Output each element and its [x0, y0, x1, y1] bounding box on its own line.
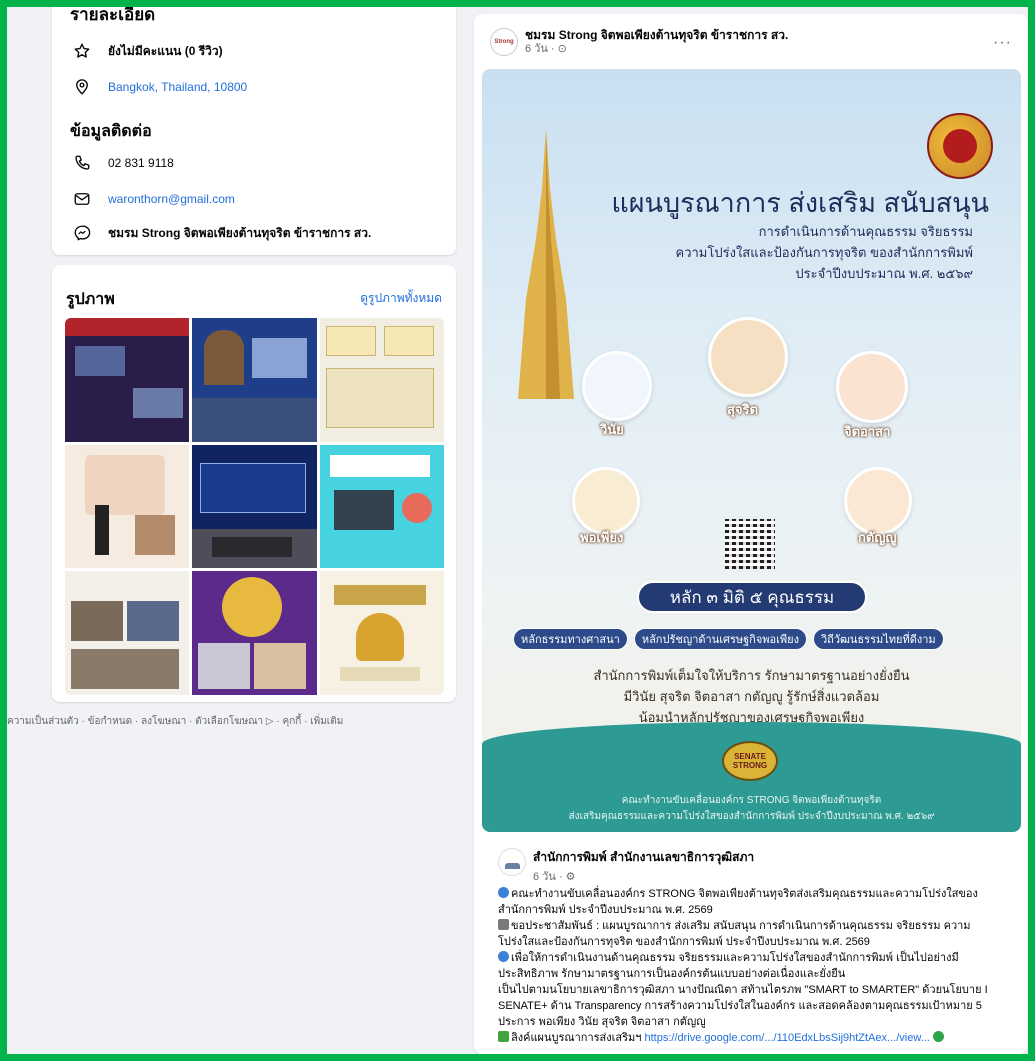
messenger-name[interactable]: ชมรม Strong จิตพอเพียงต้านทุจริต ข้าราชก…	[108, 224, 371, 243]
rating-row: ยังไม่มีคะแนน (0 รีวิว)	[72, 41, 223, 61]
shared-drive-link[interactable]: https://drive.google.com/.../110EdxLbsSi…	[645, 1032, 930, 1044]
handshake-bubble	[708, 317, 788, 397]
virtue-label-4: พอเพียง	[580, 530, 624, 545]
shared-line-4: โปร่งใสและป้องกันการทุจริต ของสำนักการพิ…	[498, 936, 870, 948]
star-icon	[72, 41, 92, 61]
shared-line-8: SENATE+ ด้าน Transparency การสร้างความโป…	[498, 1000, 982, 1012]
poster-subtitle-3: ประจำปีงบประมาณ พ.ศ. ๒๕๖๙	[795, 266, 973, 281]
poster-footer-2: ส่งเสริมคุณธรรมและความโปร่งใสของสำนักการ…	[568, 811, 935, 822]
see-all-photos-link[interactable]: ดูรูปภาพทั้งหมด	[360, 289, 442, 308]
clock-bubble	[582, 351, 652, 421]
poster-subtitle-1: การดำเนินการด้านคุณธรรม จริยธรรม	[758, 224, 973, 239]
intro-card: รายละเอียด ยังไม่มีคะแนน (0 รีวิว) Bangk…	[52, 7, 456, 255]
photos-title: รูปภาพ	[66, 291, 115, 308]
piggy-bank-bubble	[572, 467, 640, 535]
shared-line-1: คณะทำงานขับเคลื่อนองค์กร STRONG จิตพอเพี…	[511, 888, 978, 900]
virtue-label-5: กตัญญู	[858, 530, 897, 545]
principle-pill-culture: วิถีวัฒนธรรมไทยที่ดีงาม	[812, 628, 944, 650]
shared-line-7: เป็นไปตามนโยบายเลขาธิการวุฒิสภา นางปัณณิ…	[498, 984, 988, 996]
principle-pill-religion: หลักธรรมทางศาสนา	[513, 628, 628, 650]
page-frame: รายละเอียด ยังไม่มีคะแนน (0 รีวิว) Bangk…	[7, 7, 1028, 1054]
shared-line-6: ประสิทธิภาพ รักษามาตรฐานการเป็นองค์กรต้น…	[498, 968, 846, 980]
photos-card: รูปภาพ ดูรูปภาพทั้งหมด	[52, 265, 456, 702]
post-header: Strong ชมรม Strong จิตพอเพียงต้านทุจริต …	[490, 28, 788, 56]
qr-code	[725, 519, 775, 569]
post-image[interactable]: แผนบูรณาการ ส่งเสริม สนับสนุน การดำเนินก…	[482, 69, 1021, 832]
email-link[interactable]: waronthorn@gmail.com	[108, 192, 235, 206]
page-name[interactable]: ชมรม Strong จิตพอเพียงต้านทุจริต ข้าราชก…	[525, 28, 788, 42]
seal-emblem	[927, 113, 993, 179]
poster-footer-text: คณะทำงานขับเคลื่อนองค์กร STRONG จิตพอเพี…	[482, 793, 1021, 825]
photo-thumbnail[interactable]	[192, 318, 317, 442]
verified-check-icon	[932, 1031, 944, 1042]
poster-body-2: มีวินัย สุจริต จิตอาสา กตัญญู รู้รักษ์สิ…	[623, 689, 880, 704]
shared-line-2: สำนักการพิมพ์ ประจำปีงบประมาณ พ.ศ. 2569	[498, 904, 713, 916]
phone-number: 02 831 9118	[108, 156, 174, 170]
messenger-icon	[72, 223, 92, 243]
email-row: waronthorn@gmail.com	[72, 189, 235, 209]
shared-line-3: ขอประชาสัมพันธ์ : แผนบูรณาการ ส่งเสริม ส…	[511, 920, 971, 932]
footer-links[interactable]: ความเป็นส่วนตัว · ข้อกำหนด · ลงโฆษณา · ต…	[7, 714, 343, 729]
phone-icon	[72, 153, 92, 173]
location-pin-icon	[72, 77, 92, 97]
contact-title: ข้อมูลติดต่อ	[70, 123, 152, 140]
photo-thumbnail[interactable]	[319, 318, 444, 442]
post-timestamp[interactable]: 6 วัน · ⊙	[525, 42, 788, 56]
shared-page-name[interactable]: สำนักการพิมพ์ สำนักงานเลขาธิการวุฒิสภา	[533, 848, 754, 867]
photo-thumbnail[interactable]	[65, 318, 190, 442]
photo-grid	[65, 318, 444, 695]
virtue-label-2: สุจริต	[727, 402, 758, 417]
megaphone-emoji-icon	[498, 919, 509, 930]
globe-emoji-icon	[498, 951, 509, 962]
location-row: Bangkok, Thailand, 10800	[72, 77, 247, 97]
shared-post-header: สำนักการพิมพ์ สำนักงานเลขาธิการวุฒิสภา 6…	[498, 848, 754, 885]
check-emoji-icon	[498, 1031, 509, 1042]
shared-post-timestamp[interactable]: 6 วัน · ⚙	[533, 867, 754, 885]
pagoda-illustration	[518, 129, 574, 399]
more-options-button[interactable]: ···	[993, 34, 1012, 52]
principle-banner: หลัก ๓ มิติ ๕ คุณธรรม	[637, 581, 867, 613]
senate-strong-badge: SENATE STRONG	[722, 741, 778, 781]
rating-text: ยังไม่มีคะแนน (0 รีวิว)	[108, 43, 223, 58]
poster-body-1: สำนักการพิมพ์เต็มใจให้บริการ รักษามาตรฐา…	[593, 668, 910, 683]
phone-row: 02 831 9118	[72, 153, 174, 173]
virtue-label-3: จิตอาสา	[844, 424, 891, 439]
photo-thumbnail[interactable]	[65, 571, 190, 695]
shared-line-5: เพื่อให้การดำเนินงานด้านคุณธรรม จริยธรรม…	[511, 952, 959, 964]
poster-subtitle-2: ความโปร่งใสและป้องกันการทุจริต ของสำนักก…	[675, 245, 973, 260]
family-bubble	[844, 467, 912, 535]
photo-thumbnail[interactable]	[192, 444, 317, 569]
intro-heading: รายละเอียด	[70, 7, 156, 24]
principle-pill-sufficiency: หลักปรัชญาด้านเศรษฐกิจพอเพียง	[633, 628, 807, 650]
shared-link-prefix: ลิงค์แผนบูรณาการส่งเสริมฯ	[511, 1032, 642, 1044]
poster-body: สำนักการพิมพ์เต็มใจให้บริการ รักษามาตรฐา…	[482, 665, 1021, 728]
poster-footer-1: คณะทำงานขับเคลื่อนองค์กร STRONG จิตพอเพี…	[621, 795, 882, 806]
poster-subtitle: การดำเนินการด้านคุณธรรม จริยธรรม ความโปร…	[573, 221, 973, 284]
mail-icon	[72, 189, 92, 209]
virtue-label-1: วินัย	[600, 422, 624, 437]
photo-thumbnail[interactable]	[65, 444, 190, 569]
shared-line-9: ประการ พอเพียง วินัย สุจริต จิตอาสา กตัญ…	[498, 1016, 706, 1028]
shared-post: สำนักการพิมพ์ สำนักงานเลขาธิการวุฒิสภา 6…	[482, 840, 1020, 1048]
photo-thumbnail[interactable]	[319, 571, 444, 695]
shared-page-avatar[interactable]	[498, 848, 526, 876]
principle-pills: หลักธรรมทางศาสนา หลักปรัชญาด้านเศรษฐกิจพ…	[513, 628, 944, 650]
photo-thumbnail[interactable]	[319, 444, 444, 569]
shared-post-text: คณะทำงานขับเคลื่อนองค์กร STRONG จิตพอเพี…	[498, 886, 1020, 1046]
post-card: Strong ชมรม Strong จิตพอเพียงต้านทุจริต …	[474, 14, 1028, 1054]
page-avatar[interactable]: Strong	[490, 28, 518, 56]
globe-emoji-icon	[498, 887, 509, 898]
photo-thumbnail[interactable]	[192, 571, 317, 695]
avatar-text: Strong	[494, 39, 514, 45]
messenger-row: ชมรม Strong จิตพอเพียงต้านทุจริต ข้าราชก…	[72, 223, 371, 243]
poster-title: แผนบูรณาการ ส่งเสริม สนับสนุน	[611, 188, 989, 218]
heart-bubble	[836, 351, 908, 423]
location-link[interactable]: Bangkok, Thailand, 10800	[108, 80, 247, 94]
